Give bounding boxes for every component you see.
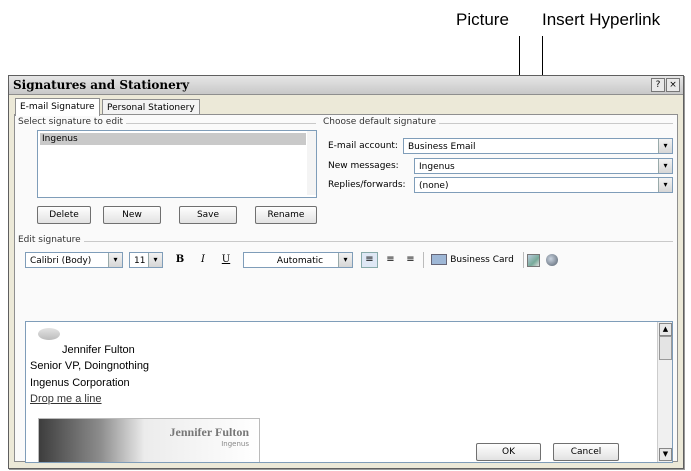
save-button[interactable]: Save	[179, 206, 237, 224]
ok-button[interactable]: OK	[476, 443, 541, 461]
picture-icon[interactable]	[527, 254, 540, 267]
new-messages-select[interactable]: Ingenus ▾	[414, 158, 673, 174]
scroll-up-icon[interactable]: ▲	[659, 323, 672, 336]
select-signature-label: Select signature to edit	[18, 117, 127, 127]
cancel-button[interactable]: Cancel	[553, 443, 619, 461]
italic-button[interactable]: I	[196, 252, 210, 268]
email-account-label: E-mail account:	[328, 141, 398, 151]
font-color-select[interactable]: Automatic ▾	[243, 252, 353, 268]
new-messages-label: New messages:	[328, 161, 399, 171]
logo-image	[38, 328, 60, 340]
signature-name: Jennifer Fulton	[62, 344, 135, 356]
close-button[interactable]: ×	[666, 78, 680, 92]
card-name: Jennifer Fulton	[169, 425, 249, 439]
business-card-image: Jennifer Fulton Ingenus	[38, 418, 260, 462]
signature-list[interactable]: Ingenus	[37, 130, 317, 198]
align-right-icon[interactable]: ≡	[403, 252, 418, 268]
insert-hyperlink-icon[interactable]	[546, 254, 558, 266]
tab-email-signature[interactable]: E-mail Signature	[15, 98, 100, 116]
business-card-icon	[431, 253, 447, 265]
font-select[interactable]: Calibri (Body) ▾	[25, 252, 123, 268]
chevron-down-icon[interactable]: ▾	[658, 178, 672, 192]
scroll-down-icon[interactable]: ▼	[659, 448, 672, 461]
signatures-dialog: Signatures and Stationery ? × E-mail Sig…	[8, 75, 684, 469]
business-card-button[interactable]: Business Card	[431, 252, 521, 268]
underline-button[interactable]: U	[219, 252, 233, 268]
card-company: Ingenus	[221, 440, 249, 448]
chevron-down-icon[interactable]: ▾	[658, 159, 672, 173]
email-account-select[interactable]: Business Email ▾	[403, 138, 673, 154]
replies-forwards-label: Replies/forwards:	[328, 180, 406, 190]
insert-hyperlink-callout: Insert Hyperlink	[542, 10, 661, 29]
help-button[interactable]: ?	[651, 78, 665, 92]
replies-forwards-select[interactable]: (none) ▾	[414, 177, 673, 193]
align-center-icon[interactable]: ≡	[383, 252, 398, 268]
signature-editor[interactable]: Jennifer Fulton Senior VP, Doingnothing …	[25, 321, 673, 463]
chevron-down-icon[interactable]: ▾	[148, 253, 162, 267]
list-scrollbar[interactable]	[307, 131, 316, 195]
chevron-down-icon[interactable]: ▾	[108, 253, 122, 267]
tab-panel: Select signature to edit Ingenus Delete …	[14, 114, 678, 463]
divider	[18, 241, 673, 242]
signature-list-item[interactable]: Ingenus	[40, 133, 306, 145]
picture-callout: Picture	[456, 10, 509, 29]
dialog-title: Signatures and Stationery	[13, 78, 190, 92]
align-left-icon[interactable]: ≡	[361, 252, 378, 268]
font-size-select[interactable]: 11 ▾	[129, 252, 163, 268]
rename-button[interactable]: Rename	[255, 206, 317, 224]
edit-signature-label: Edit signature	[18, 235, 84, 245]
editor-scrollbar[interactable]: ▲ ▼	[657, 322, 672, 462]
title-bar: Signatures and Stationery ? ×	[9, 76, 683, 95]
scroll-thumb[interactable]	[659, 336, 672, 360]
delete-button[interactable]: Delete	[37, 206, 91, 224]
choose-default-label: Choose default signature	[323, 117, 440, 127]
divider	[523, 252, 524, 268]
chevron-down-icon[interactable]: ▾	[338, 253, 352, 267]
new-button[interactable]: New	[103, 206, 161, 224]
signature-title: Senior VP, Doingnothing	[30, 360, 150, 372]
chevron-down-icon[interactable]: ▾	[658, 139, 672, 153]
signature-link[interactable]: Drop me a line	[30, 393, 102, 405]
divider	[423, 252, 424, 268]
signature-company: Ingenus Corporation	[30, 377, 130, 389]
bold-button[interactable]: B	[173, 252, 187, 268]
